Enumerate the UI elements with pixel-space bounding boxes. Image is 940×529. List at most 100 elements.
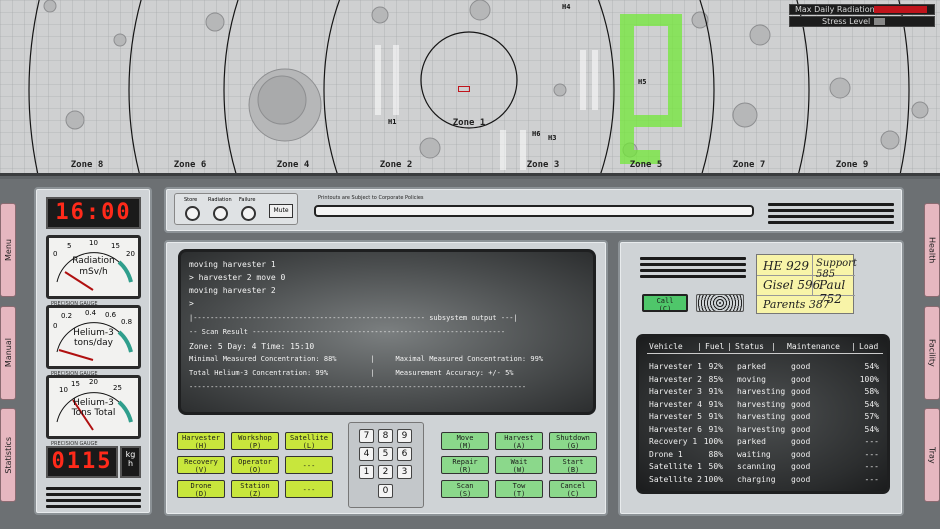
helium-rate-gauge: 0 0.2 0.4 0.6 0.8 Helium-3 tons/day PREC… (46, 305, 141, 377)
vehicle-marker[interactable]: H5 (638, 78, 646, 86)
call-button[interactable]: Call (C) (642, 294, 688, 313)
key-9[interactable]: 9 (397, 429, 412, 443)
terminal-line: > (189, 299, 194, 308)
gauge-title: Helium-3 (73, 398, 114, 408)
contact-note: HE 929 Support 585 Gisel 596 Paul 752 Pa… (756, 254, 857, 314)
terminal-line: Total Helium-3 Concentration: 99% | Meas… (189, 369, 514, 377)
wait-button[interactable]: Wait (W) (495, 456, 543, 474)
tab-manual[interactable]: Manual (0, 306, 16, 400)
table-cell: good (791, 474, 811, 484)
table-cell: --- (864, 437, 879, 446)
harvest-button[interactable]: Harvest (A) (495, 432, 543, 450)
vehicle-marker[interactable]: H3 (548, 134, 556, 142)
zone-label: Zone 5 (629, 160, 663, 170)
terminal-line: Minimal Measured Concentration: 88% | Ma… (189, 355, 544, 363)
tow-button[interactable]: Tow (T) (495, 480, 543, 498)
zone-label: Zone 3 (526, 160, 560, 170)
tab-tray[interactable]: Tray (924, 408, 940, 502)
repair-button[interactable]: Repair (R) (441, 456, 489, 474)
vehicle-marker[interactable]: H4 (562, 3, 570, 11)
zone-label: Zone 1 (452, 118, 486, 128)
table-cell: waiting (737, 449, 771, 459)
vehicle-marker[interactable]: H6 (532, 130, 540, 138)
gauge-title: Helium-3 (73, 328, 114, 338)
rate-unit-bottom: h (127, 459, 134, 468)
terminal-screen[interactable]: moving harvester 1 > harvester 2 move 0 … (178, 249, 596, 415)
printout-label: Printouts are Subject to Corporate Polic… (318, 195, 424, 201)
gauge-unit: tons/day (73, 338, 113, 348)
move-button[interactable]: Move (M) (441, 432, 489, 450)
table-cell: Harvester 5 (649, 412, 702, 421)
table-cell: --- (864, 462, 879, 471)
key-1[interactable]: 1 (359, 465, 374, 479)
terminal-line: > harvester 2 move 0 (189, 273, 286, 282)
gauge-title: Radiation (72, 256, 115, 266)
table-cell: harvesting (737, 399, 786, 409)
key-4[interactable]: 4 (359, 447, 374, 461)
vehicle-marker[interactable]: H1 (388, 118, 396, 126)
table-cell: good (791, 374, 811, 384)
tab-health[interactable]: Health (924, 203, 940, 297)
key-5[interactable]: 5 (378, 447, 393, 461)
table-cell: moving (737, 374, 766, 384)
key-3[interactable]: 3 (397, 465, 412, 479)
tab-menu[interactable]: Menu (0, 203, 16, 297)
table-cell: good (791, 449, 811, 459)
recovery-button[interactable]: Recovery (V) (177, 456, 225, 474)
station-button[interactable]: Station (Z) (231, 480, 279, 498)
radiation-label: Max Daily Radiation (795, 5, 875, 14)
cancel-button[interactable]: Cancel (C) (549, 480, 597, 498)
contact-entry: Gisel 596 (763, 278, 821, 292)
table-cell: Satellite 1 (649, 462, 702, 471)
table-cell: good (791, 424, 811, 434)
drone-button[interactable]: Drone (D) (177, 480, 225, 498)
helium-total-gauge: 10 15 20 25 Helium-3 Tons Total PRECISIO… (46, 375, 141, 447)
empty-button[interactable]: --- (285, 456, 333, 474)
satellite-button[interactable]: Satellite (L) (285, 432, 333, 450)
tab-facility[interactable]: Facility (924, 306, 940, 400)
table-cell: good (791, 362, 811, 371)
shutdown-button[interactable]: Shutdown (G) (549, 432, 597, 450)
gauge-tick: 10 (59, 386, 68, 394)
table-header: Fuel (705, 342, 725, 351)
key-7[interactable]: 7 (359, 429, 374, 443)
key-2[interactable]: 2 (378, 465, 393, 479)
table-cell: --- (864, 474, 879, 484)
empty-button[interactable]: --- (285, 480, 333, 498)
operator-button[interactable]: Operator (O) (231, 456, 279, 474)
key-8[interactable]: 8 (378, 429, 393, 443)
harvester-button[interactable]: Harvester (H) (177, 432, 225, 450)
tab-statistics[interactable]: Statistics (0, 408, 16, 502)
gauge-tick: 15 (111, 242, 120, 250)
gauge-tick: 0.2 (61, 312, 73, 320)
table-cell: good (791, 412, 811, 421)
contact-entry: HE 929 (763, 259, 809, 273)
table-cell: 92% (708, 362, 723, 371)
gauge-tick: 25 (113, 384, 122, 392)
key-6[interactable]: 6 (397, 447, 412, 461)
table-cell: 100% (703, 474, 723, 484)
start-button[interactable]: Start (B) (549, 456, 597, 474)
radiation-gauge: 0 5 10 15 20 Radiation mSv/h PRECISION G… (46, 235, 141, 307)
table-header: Load (859, 342, 879, 351)
vehicle-status-table[interactable]: Vehicle | Fuel | Status | Maintenance | … (636, 334, 890, 494)
table-cell: --- (864, 449, 879, 459)
gauge-tick: 0.4 (85, 309, 97, 317)
key-0[interactable]: 0 (378, 484, 393, 498)
scan-button[interactable]: Scan (S) (441, 480, 489, 498)
workshop-button[interactable]: Workshop (P) (231, 432, 279, 450)
station-icon (458, 86, 470, 92)
table-cell: parked (737, 437, 766, 446)
table-cell: Harvester 3 (649, 387, 702, 396)
zone-label: Zone 2 (379, 160, 413, 170)
mute-button[interactable]: Mute (269, 204, 293, 218)
stress-bar (874, 18, 885, 25)
table-header: | (851, 342, 856, 351)
stress-meter: Stress Level (789, 16, 935, 27)
rate-display: 0115 (46, 446, 118, 478)
moon-map[interactable]: Zone 8 Zone 6 Zone 4 Zone 2 Zone 1 Zone … (0, 0, 940, 176)
table-cell: 57% (864, 412, 879, 421)
zone-label: Zone 8 (70, 160, 104, 170)
table-cell: 100% (703, 437, 723, 446)
table-cell: scanning (737, 462, 776, 471)
